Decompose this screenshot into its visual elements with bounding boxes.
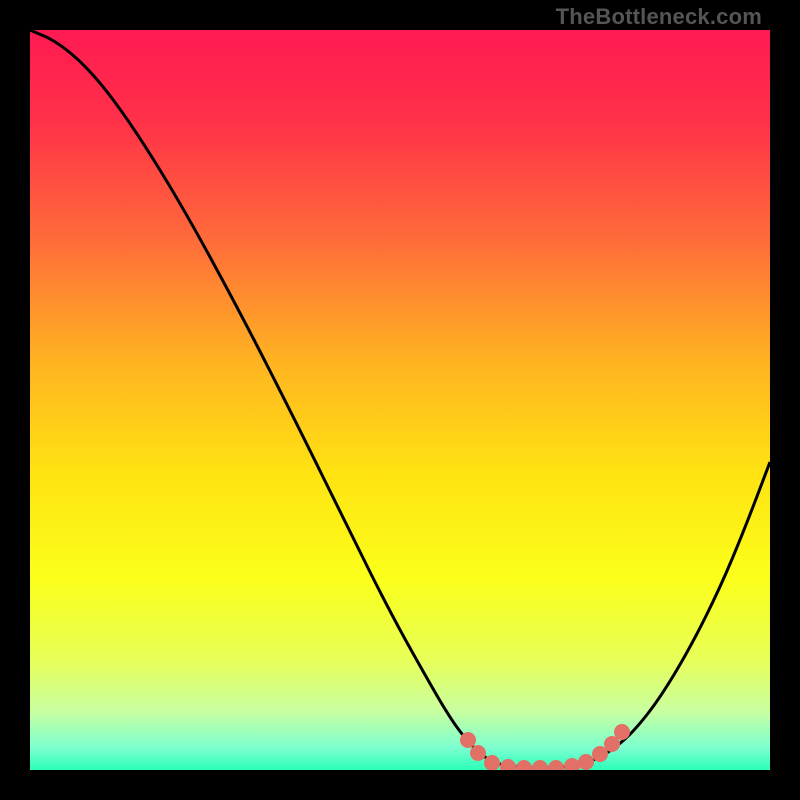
bottleneck-chart [30,30,770,770]
marker-dot [460,732,476,748]
marker-dot [470,745,486,761]
watermark-text: TheBottleneck.com [556,4,762,30]
plot-frame [30,30,770,770]
marker-dot [614,724,630,740]
marker-dot [578,754,594,770]
